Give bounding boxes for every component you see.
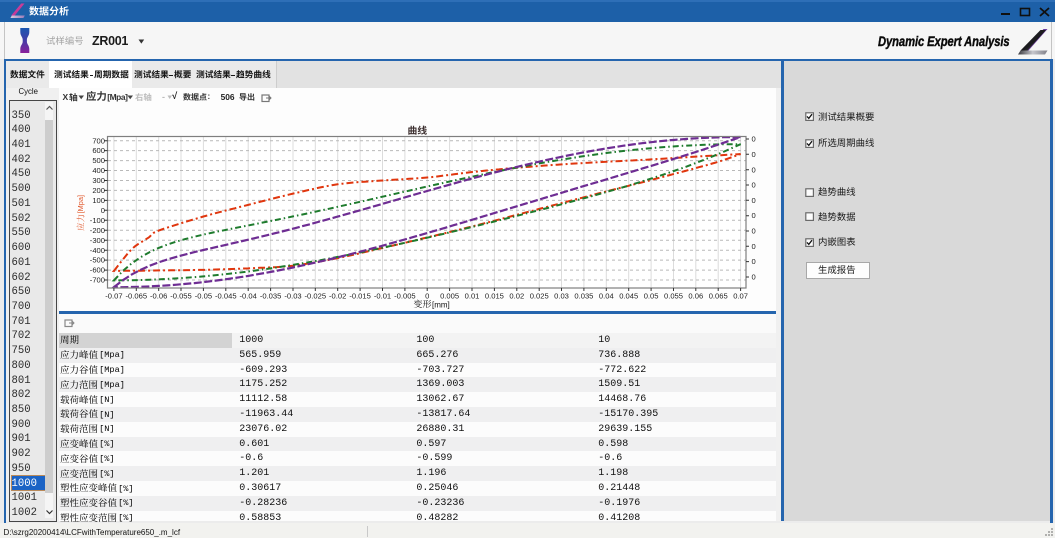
svg-text:-0.005: -0.005 [394, 292, 416, 301]
svg-text:0.045: 0.045 [619, 292, 638, 301]
svg-text:0.005: 0.005 [440, 292, 459, 301]
svg-text:0.025: 0.025 [530, 292, 549, 301]
svg-text:200: 200 [92, 186, 105, 195]
svg-text:[Mpa]: [Mpa] [76, 195, 85, 213]
svg-text:0.04: 0.04 [599, 292, 614, 301]
svg-text:-0.025: -0.025 [305, 292, 327, 301]
svg-text:400: 400 [92, 166, 105, 175]
svg-text:-0.035: -0.035 [260, 292, 282, 301]
svg-text:0: 0 [752, 227, 756, 236]
svg-text:0.03: 0.03 [554, 292, 569, 301]
svg-text:-0.07: -0.07 [105, 292, 122, 301]
svg-text:-300: -300 [90, 236, 105, 245]
svg-text:0.02: 0.02 [509, 292, 524, 301]
svg-text:0: 0 [752, 273, 756, 282]
svg-text:-0.055: -0.055 [170, 292, 192, 301]
svg-text:0.07: 0.07 [733, 292, 748, 301]
svg-text:700: 700 [92, 136, 105, 145]
svg-text:0: 0 [752, 135, 756, 144]
svg-text:0.065: 0.065 [709, 292, 728, 301]
svg-text:600: 600 [92, 146, 105, 155]
svg-text:-700: -700 [90, 276, 105, 285]
svg-text:-0.04: -0.04 [240, 292, 257, 301]
svg-text:0: 0 [752, 196, 756, 205]
svg-text:-0.065: -0.065 [126, 292, 148, 301]
svg-text:-0.05: -0.05 [195, 292, 212, 301]
svg-text:0: 0 [752, 242, 756, 251]
svg-text:-0.015: -0.015 [349, 292, 371, 301]
svg-text:0: 0 [752, 181, 756, 190]
svg-text:-0.045: -0.045 [215, 292, 237, 301]
svg-text:500: 500 [92, 156, 105, 165]
svg-text:-0.01: -0.01 [374, 292, 391, 301]
svg-text:-200: -200 [90, 226, 105, 235]
svg-text:0: 0 [752, 150, 756, 159]
svg-text:0.055: 0.055 [664, 292, 683, 301]
svg-text:-600: -600 [90, 266, 105, 275]
svg-text:-100: -100 [90, 216, 105, 225]
svg-text:[mm]: [mm] [432, 300, 450, 309]
svg-text:0: 0 [101, 206, 105, 215]
svg-text:-400: -400 [90, 246, 105, 255]
svg-text:0: 0 [752, 257, 756, 266]
svg-text:0.035: 0.035 [574, 292, 593, 301]
svg-text:0.06: 0.06 [688, 292, 703, 301]
svg-text:100: 100 [92, 196, 105, 205]
svg-text:0.01: 0.01 [465, 292, 480, 301]
svg-text:-0.02: -0.02 [329, 292, 346, 301]
svg-text:300: 300 [92, 176, 105, 185]
svg-text:0: 0 [752, 211, 756, 220]
svg-text:-0.03: -0.03 [284, 292, 301, 301]
svg-text:0: 0 [425, 292, 429, 301]
svg-text:-500: -500 [90, 256, 105, 265]
svg-text:0.05: 0.05 [644, 292, 659, 301]
svg-text:-0.06: -0.06 [150, 292, 167, 301]
svg-text:0: 0 [752, 165, 756, 174]
svg-text:0.015: 0.015 [485, 292, 504, 301]
